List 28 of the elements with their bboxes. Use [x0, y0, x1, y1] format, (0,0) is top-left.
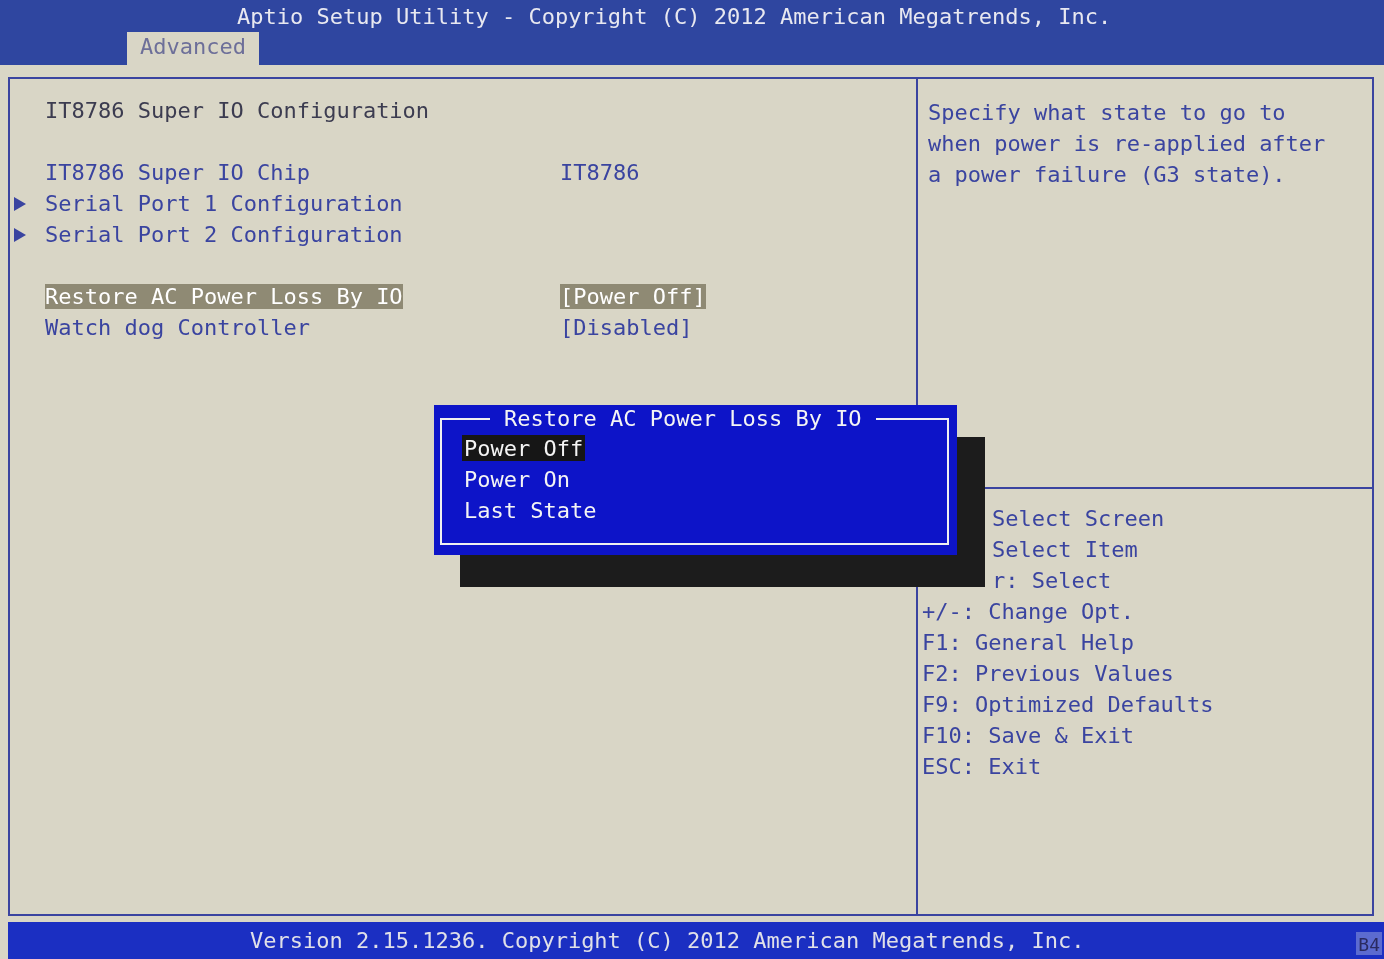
triangle-icon [14, 196, 26, 211]
key-hint: ESC: Exit [921, 753, 1043, 781]
key-hint: +/-: Change Opt. [921, 598, 1135, 626]
popup-option[interactable]: Power On [462, 465, 572, 492]
setting-label[interactable]: Serial Port 2 Configuration [45, 222, 403, 247]
setting-label[interactable]: Serial Port 1 Configuration [45, 191, 403, 216]
setting-label[interactable]: Watch dog Controller [45, 315, 310, 340]
key-hint: F10: Save & Exit [921, 722, 1135, 750]
setting-label: IT8786 Super IO Chip [45, 160, 310, 185]
setting-label[interactable]: Restore AC Power Loss By IO [45, 284, 403, 309]
setting-value[interactable]: [Disabled] [560, 315, 693, 340]
key-hint: Select Item [991, 536, 1139, 564]
popup-option[interactable]: Power Off [462, 434, 586, 461]
setting-value: IT8786 [560, 160, 640, 185]
corner-code: B4 [1356, 932, 1382, 955]
key-hint: Select Screen [991, 505, 1166, 533]
key-hint: F9: Optimized Defaults [921, 691, 1215, 719]
triangle-icon [14, 227, 26, 242]
version-text: Version 2.15.1236. Copyright (C) 2012 American Megatrends, Inc. [249, 928, 1085, 953]
key-hint: F2: Previous Values [921, 660, 1175, 688]
section-heading: IT8786 Super IO Configuration [45, 98, 430, 123]
setting-value[interactable]: [Power Off] [560, 284, 706, 309]
key-hint: r: Select [991, 567, 1113, 595]
popup-option[interactable]: Last State [462, 496, 599, 523]
tab[interactable]: Advanced [127, 32, 259, 65]
help-text: Specify what state to go to when power is re-applied after a power failure (G3 state). [927, 99, 1327, 189]
key-hint: F1: General Help [921, 629, 1135, 657]
window-title: Aptio Setup Utility - Copyright (C) 2012 American Megatrends, Inc. [236, 3, 1113, 31]
